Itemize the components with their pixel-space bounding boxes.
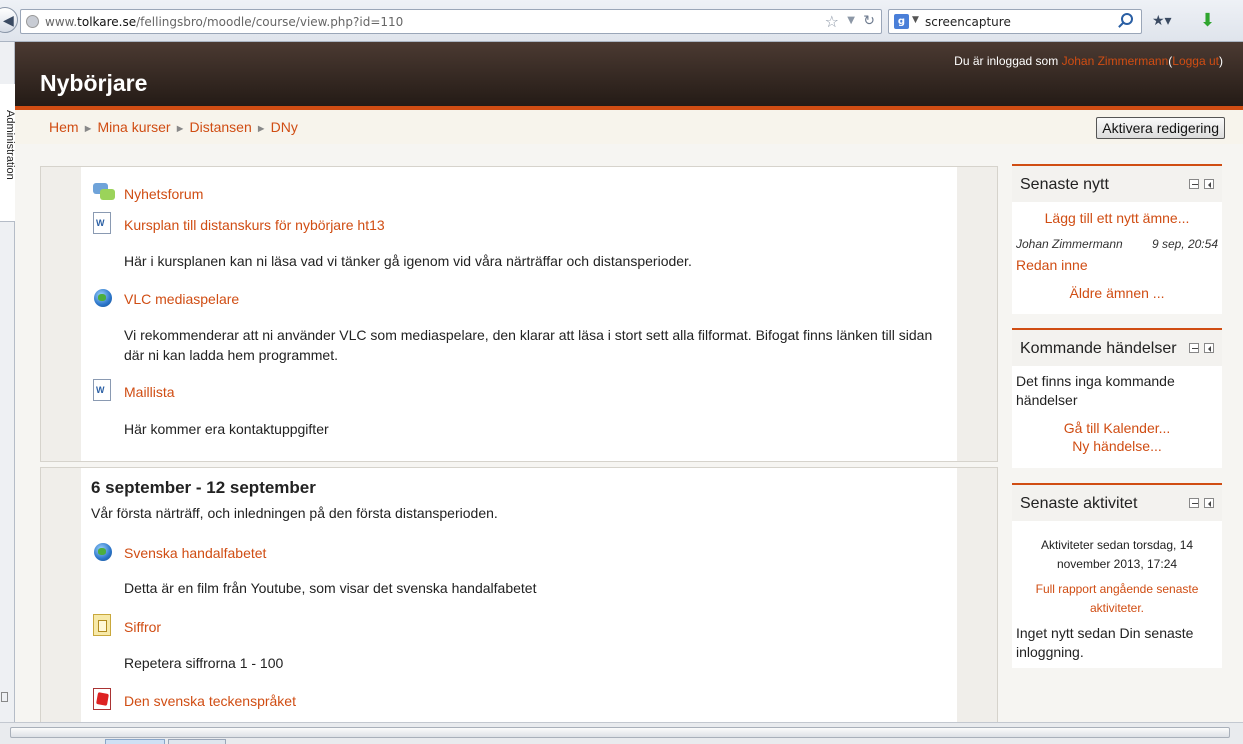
user-profile-link[interactable]: Johan Zimmermann: [1062, 54, 1169, 68]
block-title: Senaste aktivitet: [1020, 495, 1138, 512]
bookmarks-menu-button[interactable]: ★▾: [1152, 12, 1184, 32]
bookmarks-icon: ★▾: [1152, 12, 1172, 28]
block-latest-news: Senaste nytt Lägg till ett nytt ämne... …: [1012, 164, 1222, 314]
word-doc-icon: W: [93, 379, 111, 401]
logout-link[interactable]: Logga ut: [1172, 54, 1219, 68]
news-post-link[interactable]: Redan inne: [1016, 257, 1088, 273]
activity-link[interactable]: Maillista: [124, 384, 175, 400]
pdf-icon: [93, 688, 111, 710]
activity-description: Repetera siffrorna 1 - 100: [124, 655, 284, 671]
activity-since-text: Aktiviteter sedan torsdag, 14 november 2…: [1040, 538, 1194, 571]
activity-description: Detta är en film från Youtube, som visar…: [124, 580, 537, 596]
search-box[interactable]: g ▼ screencapture: [888, 9, 1142, 34]
nothing-new-text: Inget nytt sedan Din senaste inloggning.: [1016, 625, 1194, 660]
activity-description: Vi rekommenderar att ni använder VLC som…: [124, 327, 933, 363]
block-title: Senaste nytt: [1020, 176, 1109, 193]
back-arrow-icon: ◀: [3, 12, 14, 28]
activity-description: Här i kursplanen kan ni läsa vad vi tänk…: [124, 253, 692, 269]
downloads-button[interactable]: ⬇: [1200, 10, 1215, 31]
add-topic-link[interactable]: Lägg till ett nytt ämne...: [1045, 210, 1190, 226]
word-doc-icon: W: [93, 212, 111, 234]
search-icon[interactable]: [1121, 13, 1133, 25]
close-paren: ): [1219, 54, 1223, 68]
lesson-icon: [93, 614, 111, 636]
horizontal-scrollbar[interactable]: [0, 722, 1243, 744]
breadcrumb: Hem ► Mina kurser ► Distansen ► DNy: [49, 119, 298, 135]
site-identity-icon[interactable]: [26, 15, 39, 28]
url-globe-icon: [93, 540, 115, 562]
block-content: Aktiviteter sedan torsdag, 14 november 2…: [1012, 521, 1222, 662]
address-bar[interactable]: www.tolkare.se/fellingsbro/moodle/course…: [20, 9, 882, 34]
page-title: Nybörjare: [40, 70, 148, 96]
minimize-block-icon[interactable]: [1189, 498, 1199, 508]
post-author: Johan Zimmermann: [1016, 237, 1123, 251]
forum-icon: [93, 181, 115, 203]
breadcrumb-home[interactable]: Hem: [49, 119, 79, 135]
course-section-0: Nyhetsforum W Kursplan till distanskurs …: [40, 166, 998, 462]
block-title: Kommande händelser: [1020, 340, 1177, 357]
minimize-block-icon[interactable]: [1189, 343, 1199, 353]
breadcrumb-my-courses[interactable]: Mina kurser: [97, 119, 170, 135]
activity-link[interactable]: Svenska handalfabetet: [124, 545, 266, 561]
post-date: 9 sep, 20:54: [1151, 237, 1218, 251]
minimize-block-icon[interactable]: [1189, 179, 1199, 189]
search-engine-dropdown-icon[interactable]: ▼: [912, 15, 919, 25]
activity-description: Här kommer era kontaktuppgifter: [124, 421, 329, 437]
section-content: 6 september - 12 september Vår första nä…: [81, 468, 957, 731]
dock-block-icon[interactable]: [1204, 498, 1214, 508]
breadcrumb-category[interactable]: Distansen: [189, 119, 251, 135]
browser-toolbar: ◀ www.tolkare.se/fellingsbro/moodle/cour…: [0, 0, 1243, 42]
block-content: Det finns inga kommande händelser Gå til…: [1012, 366, 1222, 454]
activity-link[interactable]: Siffror: [124, 619, 161, 635]
google-icon[interactable]: g: [894, 14, 909, 29]
navbar: Hem ► Mina kurser ► Distansen ► DNy Aktivera r…: [15, 110, 1243, 144]
reload-icon[interactable]: ↻: [863, 13, 875, 29]
bookmark-star-icon[interactable]: ☆: [825, 12, 839, 31]
activity-link[interactable]: Kursplan till distanskurs för nybörjare …: [124, 217, 385, 233]
breadcrumb-course[interactable]: DNy: [271, 119, 298, 135]
section-title: 6 september - 12 september: [91, 478, 316, 497]
search-input[interactable]: screencapture: [925, 15, 1011, 29]
no-events-text: Det finns inga kommande händelser: [1016, 373, 1175, 408]
taskbar-button[interactable]: [168, 739, 226, 744]
breadcrumb-separator-icon: ►: [255, 123, 267, 135]
taskbar-button[interactable]: [105, 739, 165, 744]
turn-editing-on-button[interactable]: Aktivera redigering: [1096, 117, 1225, 139]
new-event-link[interactable]: Ny händelse...: [1072, 438, 1162, 454]
course-section-1: 6 september - 12 september Vår första nä…: [40, 467, 998, 732]
block-upcoming-events: Kommande händelser Det finns inga komman…: [1012, 328, 1222, 468]
calendar-link[interactable]: Gå till Kalender...: [1064, 420, 1171, 436]
activity-link[interactable]: Den svenska teckenspråket: [124, 693, 296, 709]
page-header: Nybörjare Du är inloggad som Johan Zimme…: [15, 42, 1243, 106]
section-content: Nyhetsforum W Kursplan till distanskurs …: [81, 167, 957, 461]
breadcrumb-separator-icon: ►: [174, 123, 186, 135]
login-prefix: Du är inloggad som: [954, 54, 1059, 68]
activity-link[interactable]: VLC mediaspelare: [124, 291, 239, 307]
dock-block-icon[interactable]: [1204, 343, 1214, 353]
sidebar-strip: Administration: [0, 42, 16, 722]
administration-sidebar-tab[interactable]: Administration: [0, 84, 16, 222]
moodle-page: Nybörjare Du är inloggad som Johan Zimme…: [15, 42, 1243, 732]
sidebar-page-icon: [1, 692, 8, 702]
breadcrumb-separator-icon: ►: [82, 123, 94, 135]
address-url: www.tolkare.se/fellingsbro/moodle/course…: [45, 15, 404, 29]
section-summary: Vår första närträff, och inledningen på …: [91, 505, 498, 521]
block-header: Kommande händelser: [1012, 330, 1222, 366]
block-header: Senaste aktivitet: [1012, 485, 1222, 521]
url-globe-icon: [93, 286, 115, 308]
activity-link[interactable]: Nyhetsforum: [124, 186, 203, 202]
scrollbar-thumb[interactable]: [10, 727, 1230, 738]
older-topics-link[interactable]: Äldre ämnen ...: [1070, 285, 1165, 301]
back-button[interactable]: ◀: [0, 7, 18, 33]
download-arrow-icon: ⬇: [1200, 10, 1216, 30]
full-report-link[interactable]: Full rapport angående senaste aktivitete…: [1036, 582, 1199, 615]
block-content: Lägg till ett nytt ämne... Johan Zimmerm…: [1012, 202, 1222, 301]
history-dropdown-icon[interactable]: ▼: [847, 15, 855, 26]
block-recent-activity: Senaste aktivitet Aktiviteter sedan tors…: [1012, 483, 1222, 668]
login-info: Du är inloggad som Johan Zimmermann(Logg…: [954, 54, 1223, 68]
dock-block-icon[interactable]: [1204, 179, 1214, 189]
block-header: Senaste nytt: [1012, 166, 1222, 202]
